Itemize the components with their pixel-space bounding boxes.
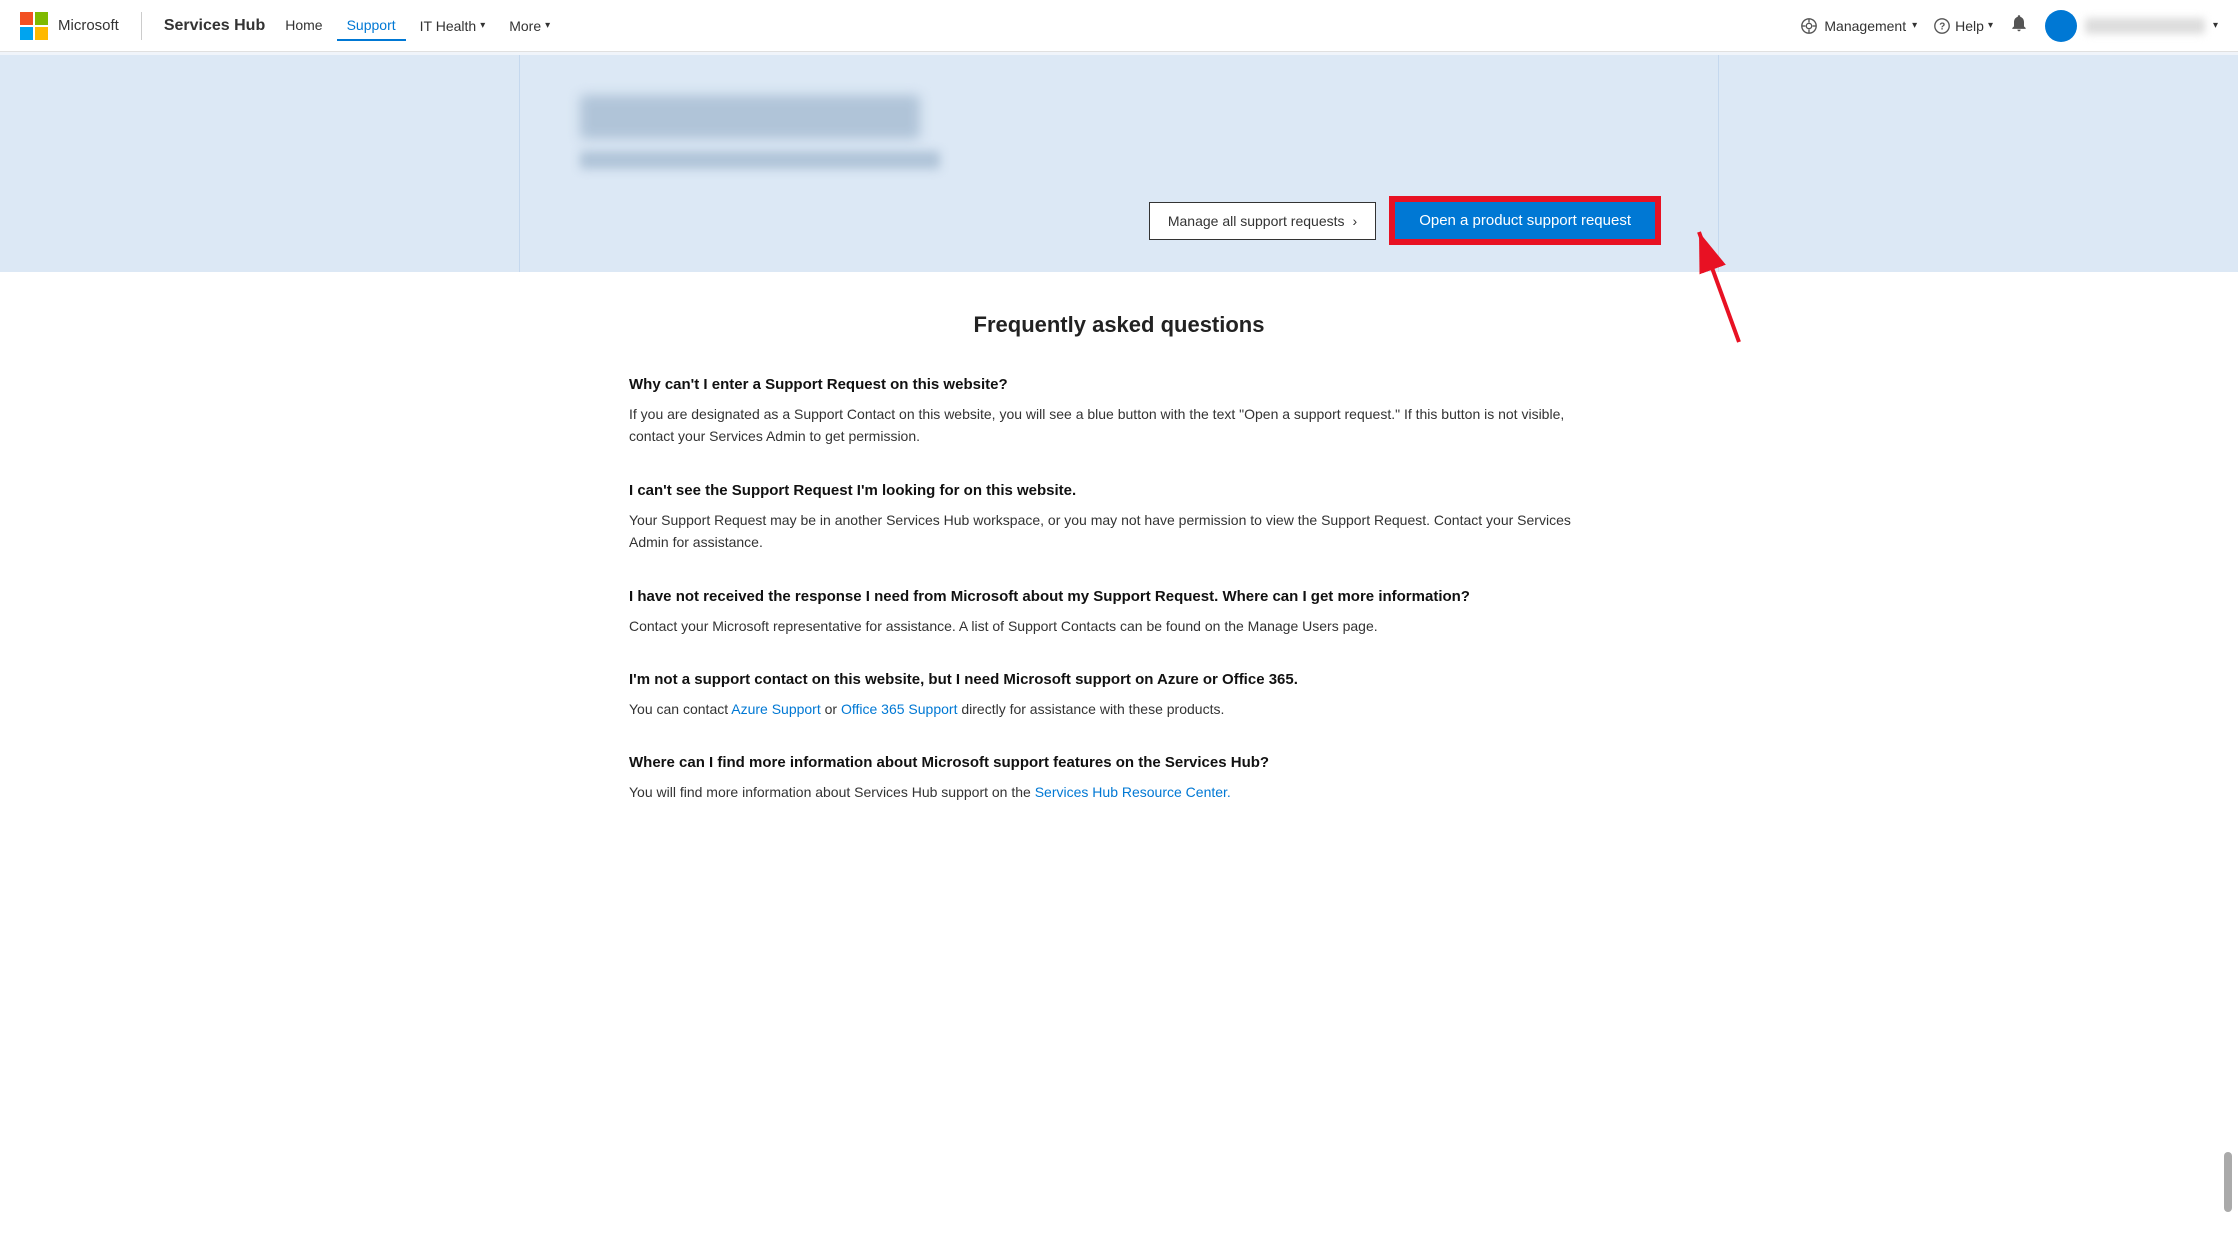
hero-subtitle-blurred	[580, 151, 940, 169]
hero-section: Manage all support requests › Open a pro…	[519, 55, 1719, 272]
svg-text:?: ?	[1939, 21, 1945, 32]
nav-home[interactable]: Home	[275, 11, 332, 41]
user-avatar	[2045, 10, 2077, 42]
faq-title: Frequently asked questions	[629, 312, 1609, 338]
faq-answer-5: You will find more information about Ser…	[629, 781, 1609, 803]
services-hub-brand: Services Hub	[164, 17, 265, 35]
faq-item-4: I'm not a support contact on this websit…	[629, 669, 1609, 720]
main-content: Frequently asked questions Why can't I e…	[569, 272, 1669, 876]
red-arrow-svg	[1669, 212, 1769, 352]
manage-arrow-icon: ›	[1353, 213, 1358, 229]
brand-area: Microsoft Services Hub	[20, 12, 265, 40]
faq-question-4: I'm not a support contact on this websit…	[629, 669, 1609, 690]
faq-answer-4: You can contact Azure Support or Office …	[629, 698, 1609, 720]
user-profile[interactable]: ▾	[2045, 10, 2218, 42]
manage-requests-label: Manage all support requests	[1168, 213, 1345, 229]
logo-red	[20, 12, 33, 25]
profile-chevron-icon: ▾	[2213, 20, 2218, 31]
brand-divider	[141, 12, 142, 40]
nav-more[interactable]: More ▾	[499, 12, 560, 40]
scroll-indicator[interactable]	[2224, 1152, 2232, 1212]
help-menu[interactable]: ? Help ▾	[1933, 17, 1993, 35]
resource-center-link[interactable]: Services Hub Resource Center.	[1035, 784, 1231, 800]
nav-it-health[interactable]: IT Health ▾	[410, 12, 496, 40]
microsoft-logo	[20, 12, 48, 40]
logo-yellow	[35, 27, 48, 40]
faq-question-2: I can't see the Support Request I'm look…	[629, 480, 1609, 501]
management-chevron-icon: ▾	[1912, 20, 1917, 31]
management-menu[interactable]: Management ▾	[1800, 17, 1917, 35]
it-health-label: IT Health	[420, 18, 477, 34]
microsoft-label: Microsoft	[58, 17, 119, 34]
bell-icon	[2009, 13, 2029, 33]
faq-question-3: I have not received the response I need …	[629, 586, 1609, 607]
faq-answer-1: If you are designated as a Support Conta…	[629, 403, 1609, 448]
management-icon	[1800, 17, 1818, 35]
azure-support-link[interactable]: Azure Support	[731, 701, 821, 717]
more-chevron-icon: ▾	[545, 20, 550, 31]
faq-item-2: I can't see the Support Request I'm look…	[629, 480, 1609, 554]
open-request-container: Open a product support request	[1392, 199, 1658, 242]
nav-right: Management ▾ ? Help ▾ ▾	[1800, 10, 2218, 42]
help-label: Help	[1955, 18, 1984, 34]
user-name	[2085, 18, 2205, 34]
management-label: Management	[1824, 18, 1906, 34]
open-request-button[interactable]: Open a product support request	[1392, 199, 1658, 242]
faq-answer-3: Contact your Microsoft representative fo…	[629, 615, 1609, 637]
nav-links: Home Support IT Health ▾ More ▾	[275, 11, 1800, 41]
logo-blue	[20, 27, 33, 40]
faq-item-1: Why can't I enter a Support Request on t…	[629, 374, 1609, 448]
manage-requests-button[interactable]: Manage all support requests ›	[1149, 202, 1376, 240]
open-request-label: Open a product support request	[1419, 212, 1631, 229]
hero-actions: Manage all support requests › Open a pro…	[580, 199, 1658, 242]
faq-item-3: I have not received the response I need …	[629, 586, 1609, 637]
it-health-chevron-icon: ▾	[480, 20, 485, 31]
logo-green	[35, 12, 48, 25]
help-chevron-icon: ▾	[1988, 20, 1993, 31]
hero-wrapper: Manage all support requests › Open a pro…	[0, 52, 2238, 272]
navbar: Microsoft Services Hub Home Support IT H…	[0, 0, 2238, 52]
faq-question-5: Where can I find more information about …	[629, 752, 1609, 773]
office365-support-link[interactable]: Office 365 Support	[841, 701, 957, 717]
faq-question-1: Why can't I enter a Support Request on t…	[629, 374, 1609, 395]
faq-item-5: Where can I find more information about …	[629, 752, 1609, 803]
help-icon: ?	[1933, 17, 1951, 35]
faq-answer-2: Your Support Request may be in another S…	[629, 509, 1609, 554]
notifications-button[interactable]	[2009, 13, 2029, 38]
nav-support[interactable]: Support	[337, 11, 406, 41]
more-label: More	[509, 18, 541, 34]
hero-title-blurred	[580, 95, 920, 139]
